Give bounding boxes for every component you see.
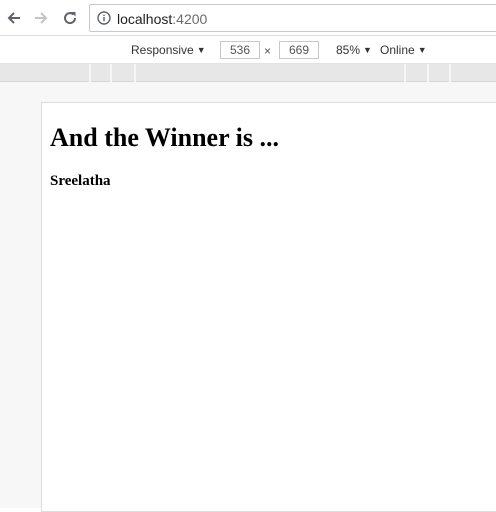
url-port: :4200 [172,11,208,27]
dimension-separator: × [264,44,272,58]
winner-name: Sreelatha [50,173,111,189]
network-label: Online [380,43,415,57]
emulated-viewport: And the Winner is ... Sreelatha [41,102,496,512]
ruler-divider [89,64,91,82]
media-query-ruler[interactable] [0,64,496,82]
network-throttle-dropdown[interactable]: Online ▼ [380,43,427,58]
url-host: localhost [117,11,173,27]
ruler-divider [134,64,136,82]
url-text[interactable]: localhost:4200 [117,11,207,27]
address-bar[interactable]: localhost:4200 [89,4,496,32]
zoom-dropdown[interactable]: 85% ▼ [336,43,372,58]
forward-button[interactable] [31,7,51,29]
browser-toolbar: localhost:4200 [0,0,496,36]
chevron-down-icon: ▼ [196,45,206,55]
ruler-divider [449,64,451,82]
back-button[interactable] [4,7,24,29]
arrow-left-icon [7,12,20,24]
page-title: And the Winner is ... [50,123,280,152]
reload-icon [64,12,77,25]
device-toolbar: Responsive ▼ 536 × 669 85% ▼ Online ▼ [0,37,496,64]
zoom-label: 85% [336,43,361,57]
chevron-down-icon: ▼ [363,45,372,55]
reload-button[interactable] [60,7,80,29]
device-mode-label: Responsive [131,43,194,57]
ruler-divider [427,64,429,82]
viewport-height-input[interactable]: 669 [279,41,319,59]
chevron-down-icon: ▼ [417,45,427,55]
ruler-divider [110,64,112,82]
arrow-right-icon [35,12,48,24]
ruler-divider [404,64,406,82]
viewport-width-input[interactable]: 536 [220,41,260,59]
device-mode-dropdown[interactable]: Responsive ▼ [131,43,206,58]
info-icon[interactable] [97,11,111,25]
